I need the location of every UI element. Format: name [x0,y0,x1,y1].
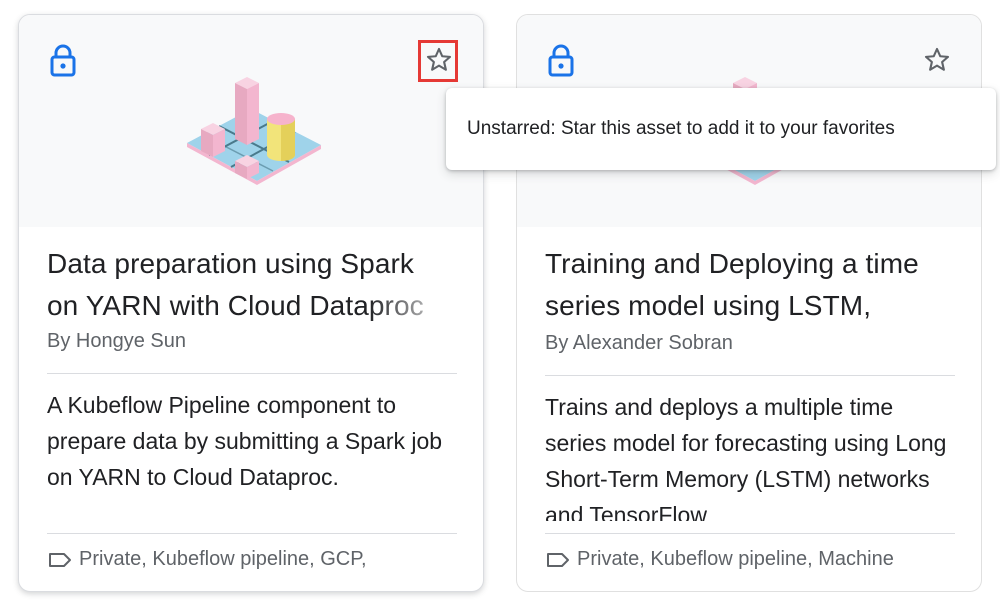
tag-icon [49,552,71,567]
divider [545,533,955,534]
card-description: Trains and deploys a multiple time serie… [545,394,947,521]
tooltip-text: Unstarred: Star this asset to add it to … [467,118,895,139]
divider [545,375,955,376]
star-tooltip: Unstarred: Star this asset to add it to … [446,88,996,170]
lock-icon [50,44,76,77]
lock-icon [548,44,574,77]
card-tags-text: Private, Kubeflow pipeline, Machine [577,548,894,570]
star-outline-icon[interactable] [922,45,952,75]
card-title-line: on YARN with Cloud Dataproc [47,290,424,321]
tag-icon [547,552,569,567]
card-title[interactable]: Training and Deploying a time series mod… [545,243,957,327]
card-title-line: series model using LSTM, [545,290,872,321]
asset-card[interactable]: Data preparation using Spark on YARN wit… [18,14,484,592]
card-tags-text: Private, Kubeflow pipeline, GCP, [79,548,367,570]
divider [47,533,457,534]
data-pipeline-illustration [187,77,321,185]
card-title-line: Training and Deploying a time [545,248,919,279]
star-highlight-box [418,40,458,82]
card-banner [19,15,483,227]
card-tags: Private, Kubeflow pipeline, Machine [545,548,965,571]
card-author: By Alexander Sobran [545,332,733,354]
card-title-line: Data preparation using Spark [47,248,415,279]
card-author: By Hongye Sun [47,330,186,352]
divider [47,373,457,374]
card-description: A Kubeflow Pipeline component to prepare… [47,392,443,490]
card-tags: Private, Kubeflow pipeline, GCP, [47,548,467,571]
card-title[interactable]: Data preparation using Spark on YARN wit… [47,243,459,327]
